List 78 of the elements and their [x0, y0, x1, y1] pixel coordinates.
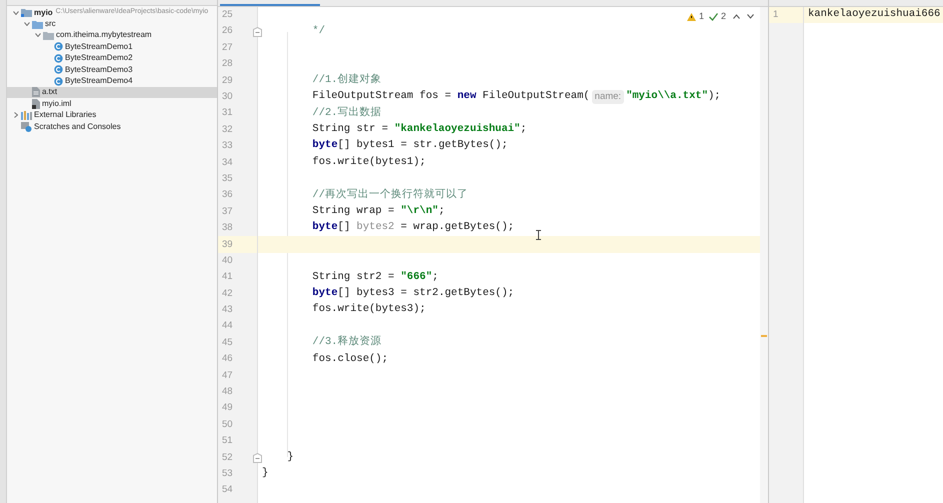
line-number: 31	[222, 106, 233, 120]
tree-item[interactable]: com.itheima.mybytestream	[7, 30, 217, 42]
class-icon	[54, 65, 63, 74]
line-number: 27	[222, 40, 233, 55]
code-line: byte[] bytes2 = wrap.getBytes();	[311, 220, 514, 236]
line-number: 41	[222, 270, 233, 284]
tree-item[interactable]: Scratches and Consoles	[7, 120, 217, 132]
line-number: 52	[222, 450, 233, 465]
line-number: 47	[222, 368, 233, 383]
tree-item[interactable]: src	[7, 18, 217, 30]
tree-item[interactable]: ByteStreamDemo1	[7, 41, 217, 53]
code-line: fos.write(bytes3);	[311, 302, 426, 318]
line-number: 38	[222, 221, 233, 236]
line-number: 43	[222, 303, 233, 318]
code-line: byte[] bytes3 = str2.getBytes();	[311, 286, 514, 301]
line-number: 32	[222, 122, 233, 137]
fold-icon[interactable]	[253, 26, 262, 37]
text-line: kankelaoyezuishuai666	[808, 7, 940, 22]
code-line: */	[311, 24, 326, 39]
text-cursor-icon	[536, 230, 541, 240]
code-line: //3.释放资源	[311, 335, 382, 350]
scrollbar-marker	[761, 335, 767, 337]
code-line: FileOutputStream fos = new FileOutputStream( name: "myio\\a.txt");	[311, 89, 721, 106]
code-line: fos.close();	[311, 352, 388, 367]
tree-item[interactable]: ByteStreamDemo4	[7, 75, 217, 87]
fold-icon[interactable]	[253, 452, 262, 463]
line-number: 49	[222, 401, 233, 416]
line-number: 30	[222, 90, 233, 104]
line-number: 25	[222, 8, 233, 22]
code-line: String str = "kankelaoyezuishuai";	[311, 122, 527, 138]
line-number: 29	[222, 74, 233, 88]
package-icon	[43, 30, 54, 40]
class-icon	[54, 54, 63, 63]
line-number: 36	[222, 188, 233, 202]
tree-item[interactable]: External Libraries	[7, 110, 217, 121]
tree-item[interactable]: ByteStreamDemo3	[7, 64, 217, 76]
code-line: //再次写出一个换行符就可以了	[311, 188, 468, 203]
scratches-icon	[21, 122, 32, 132]
line-number: 33	[222, 139, 233, 154]
code-line: }	[286, 450, 294, 465]
line-number: 42	[222, 286, 233, 301]
line-number: 26	[222, 24, 233, 38]
line-number: 51	[222, 434, 233, 448]
warning-icon[interactable]	[686, 12, 696, 21]
line-number: 53	[222, 467, 233, 481]
tree-item[interactable]: ByteStreamDemo2	[7, 52, 217, 64]
line-number: 39	[222, 238, 233, 252]
line-number: 50	[222, 418, 233, 432]
code-line: //2.写出数据	[311, 106, 382, 121]
line-number: 54	[222, 483, 233, 498]
line-number: 45	[222, 336, 233, 350]
line-number: 48	[222, 385, 233, 400]
weak-warning-count: 2	[720, 10, 726, 23]
check-icon[interactable]	[708, 12, 718, 21]
tree-item[interactable]: a.txt	[7, 86, 217, 98]
class-icon	[54, 76, 63, 86]
tree-item[interactable]: myio.iml	[7, 98, 217, 110]
line-number: 1	[773, 8, 778, 22]
library-icon	[21, 110, 32, 120]
code-line: //1.创建对象	[311, 72, 382, 88]
folder-icon	[21, 8, 32, 18]
line-number: 46	[222, 352, 233, 366]
line-number: 35	[222, 172, 233, 186]
code-line: }	[262, 466, 268, 482]
chevron-down-icon[interactable]	[747, 14, 754, 20]
warning-count: 1	[698, 10, 704, 23]
code-line: String wrap = "\r\n";	[311, 204, 445, 219]
class-icon	[54, 42, 63, 52]
folder-icon	[32, 20, 43, 29]
code-line: String str2 = "666";	[311, 270, 438, 285]
code-line: fos.write(bytes1);	[311, 154, 426, 170]
line-number: 28	[222, 57, 233, 72]
code-line: byte[] bytes1 = str.getBytes();	[311, 138, 508, 154]
line-number: 44	[222, 319, 233, 334]
line-number: 40	[222, 254, 233, 268]
chevron-up-icon[interactable]	[733, 14, 740, 20]
line-number: 34	[222, 156, 233, 170]
line-number: 37	[222, 204, 233, 219]
